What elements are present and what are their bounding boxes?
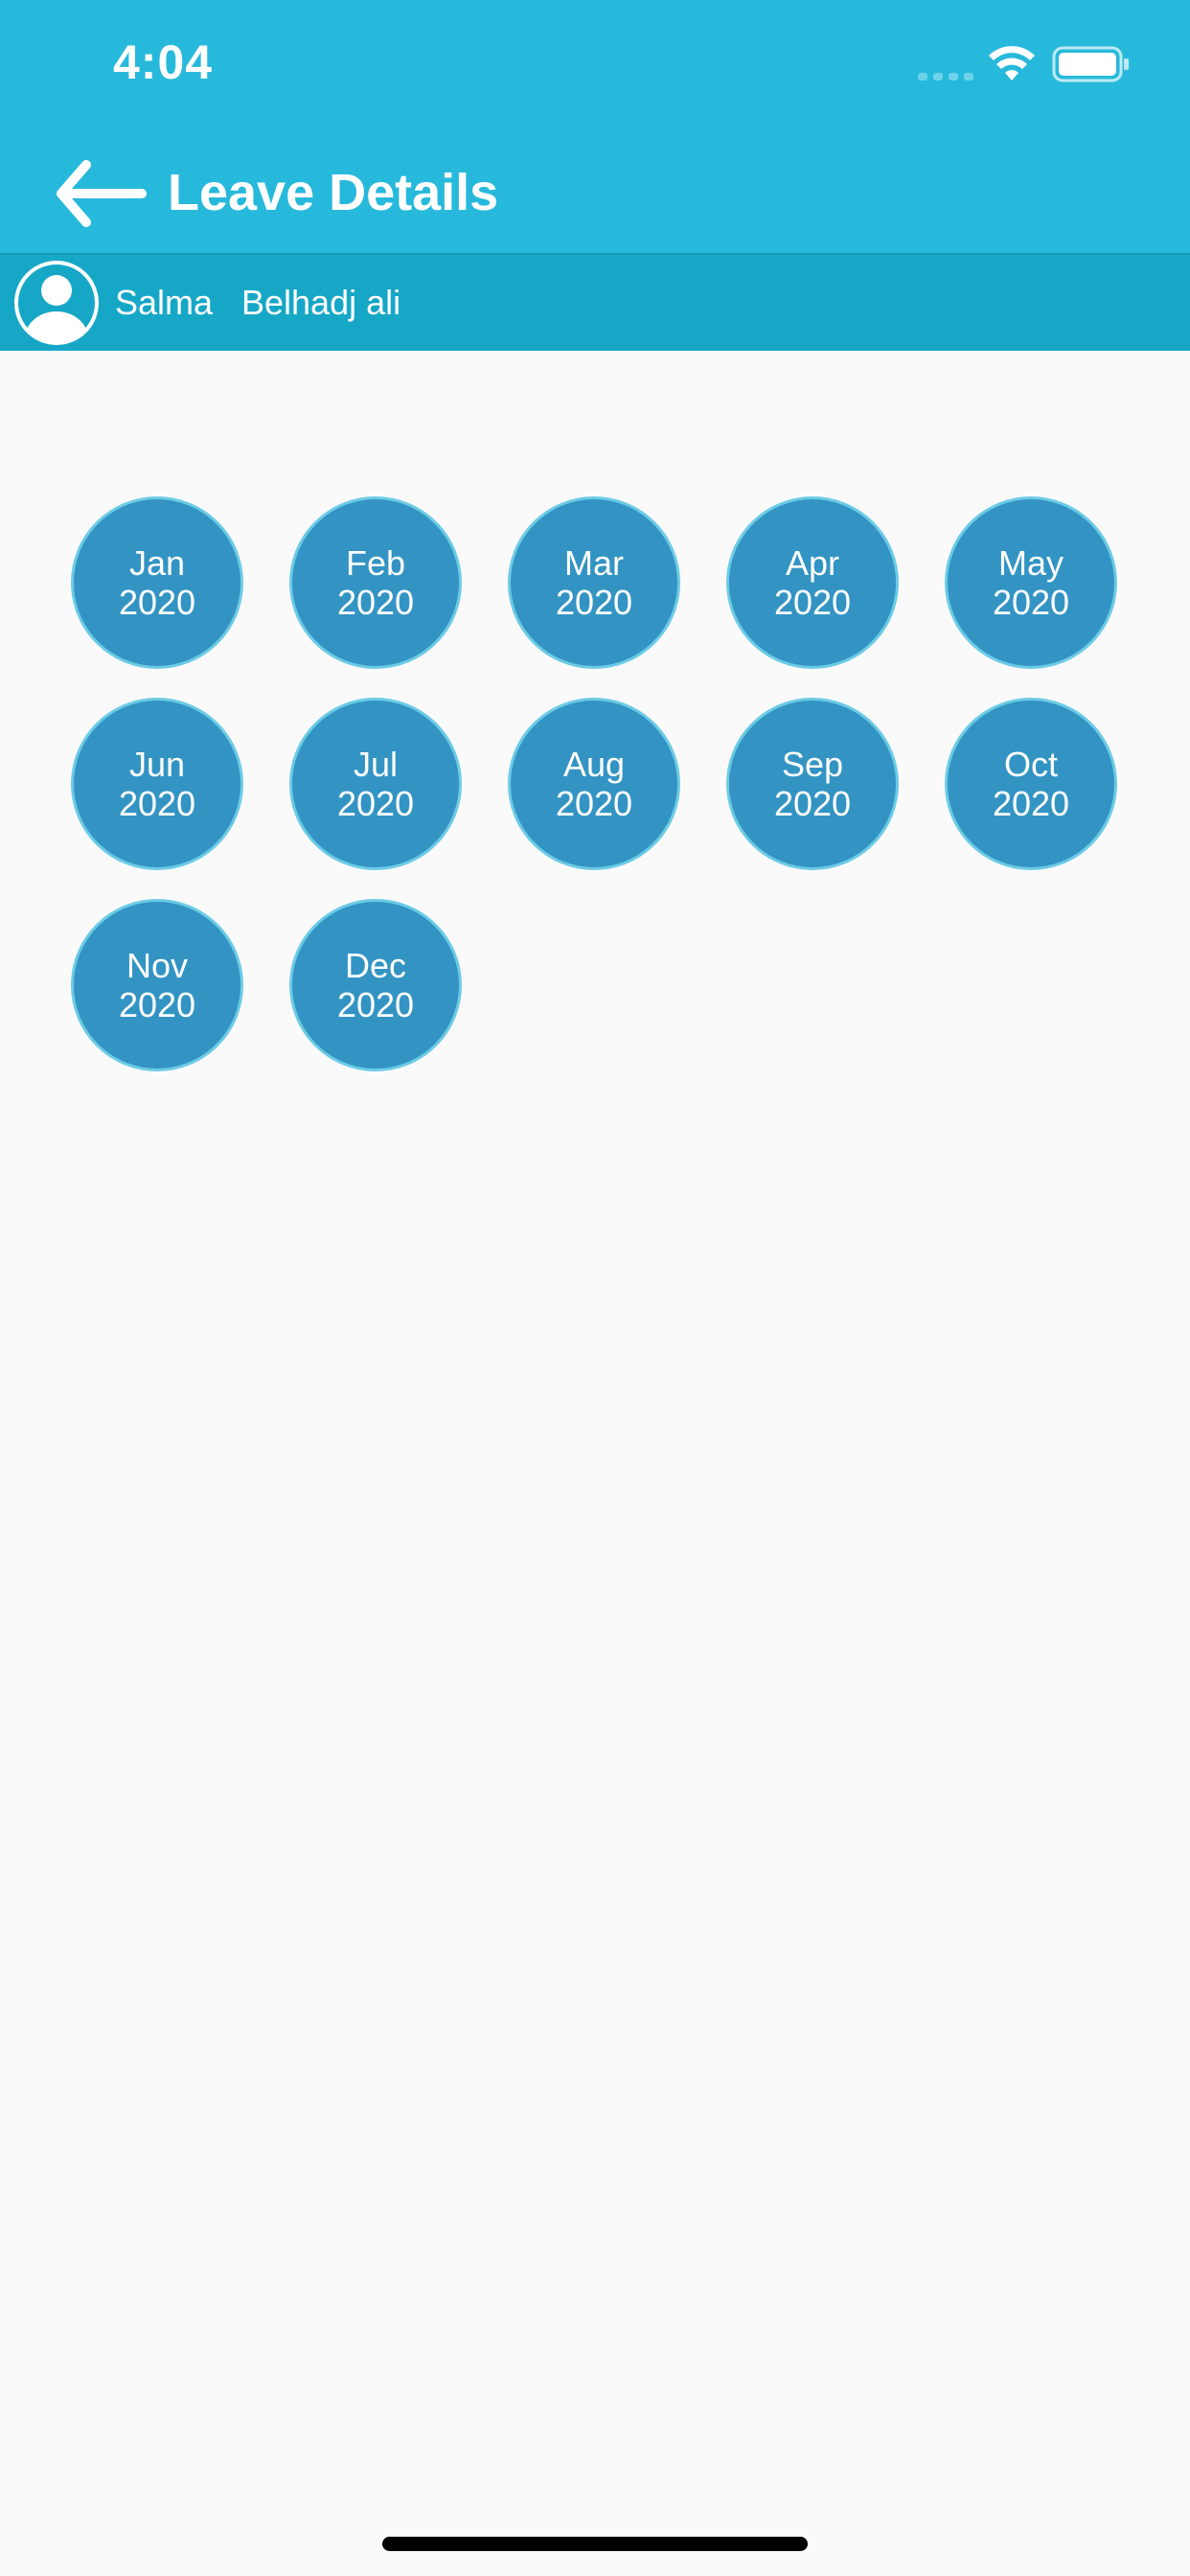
month-label: Jul <box>353 745 399 784</box>
arrow-left-icon[interactable] <box>54 157 149 230</box>
year-label: 2020 <box>118 784 196 823</box>
month-label: Aug <box>562 745 626 784</box>
year-label: 2020 <box>118 985 196 1024</box>
month-button-aug[interactable]: Aug 2020 <box>508 698 680 870</box>
year-label: 2020 <box>336 985 415 1024</box>
month-button-nov[interactable]: Nov 2020 <box>71 899 243 1071</box>
month-label: May <box>997 543 1064 583</box>
month-button-feb[interactable]: Feb 2020 <box>289 496 462 669</box>
user-last-name: Belhadj ali <box>241 283 401 322</box>
app-header: Leave Details <box>0 134 1190 253</box>
year-label: 2020 <box>555 583 633 622</box>
user-bar: Salma Belhadj ali <box>0 253 1190 351</box>
battery-icon <box>1052 46 1129 82</box>
home-indicator <box>382 2537 808 2551</box>
year-label: 2020 <box>992 583 1070 622</box>
month-label: Nov <box>126 946 189 985</box>
year-label: 2020 <box>773 784 852 823</box>
year-label: 2020 <box>118 583 196 622</box>
month-button-sep[interactable]: Sep 2020 <box>726 698 899 870</box>
month-label: Dec <box>344 946 407 985</box>
user-first-name: Salma <box>115 283 214 322</box>
status-bar: 4:04 <box>0 0 1190 134</box>
user-avatar-icon <box>14 261 99 345</box>
page-title: Leave Details <box>168 164 499 221</box>
month-label: Jan <box>128 543 186 583</box>
month-button-mar[interactable]: Mar 2020 <box>508 496 680 669</box>
month-label: Jun <box>128 745 186 784</box>
month-button-dec[interactable]: Dec 2020 <box>289 899 462 1071</box>
year-label: 2020 <box>773 583 852 622</box>
month-button-may[interactable]: May 2020 <box>945 496 1117 669</box>
month-button-apr[interactable]: Apr 2020 <box>726 496 899 669</box>
month-button-jul[interactable]: Jul 2020 <box>289 698 462 870</box>
month-label: Apr <box>785 543 840 583</box>
cellular-signal-icon <box>918 73 973 80</box>
year-label: 2020 <box>336 784 415 823</box>
year-label: 2020 <box>555 784 633 823</box>
month-label: Oct <box>1003 745 1058 784</box>
month-button-jan[interactable]: Jan 2020 <box>71 496 243 669</box>
year-label: 2020 <box>992 784 1070 823</box>
month-button-jun[interactable]: Jun 2020 <box>71 698 243 870</box>
wifi-icon <box>989 46 1035 80</box>
month-label: Feb <box>345 543 406 583</box>
month-label: Sep <box>781 745 844 784</box>
status-time: 4:04 <box>113 35 214 89</box>
year-label: 2020 <box>336 583 415 622</box>
month-label: Mar <box>564 543 624 583</box>
month-button-oct[interactable]: Oct 2020 <box>945 698 1117 870</box>
